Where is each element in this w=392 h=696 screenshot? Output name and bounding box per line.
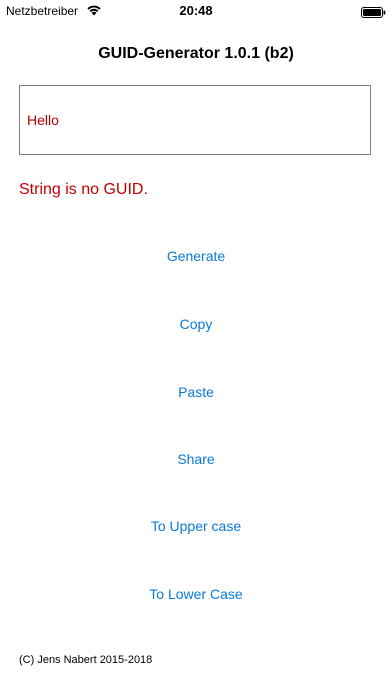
status-time: 20:48: [179, 3, 213, 18]
share-button[interactable]: Share: [0, 445, 392, 473]
validation-message: String is no GUID.: [19, 181, 148, 198]
copy-button[interactable]: Copy: [0, 310, 392, 338]
page-title: GUID-Generator 1.0.1 (b2): [98, 45, 294, 62]
to-upper-case-button[interactable]: To Upper case: [0, 512, 392, 540]
generate-button[interactable]: Generate: [0, 242, 392, 270]
guid-input[interactable]: [19, 85, 371, 155]
status-bar: Netzbetreiber 20:48: [0, 0, 392, 22]
paste-button[interactable]: Paste: [0, 378, 392, 406]
to-lower-case-button[interactable]: To Lower Case: [0, 580, 392, 608]
battery-icon: [361, 5, 386, 18]
copyright-text: (C) Jens Nabert 2015-2018: [19, 654, 153, 666]
